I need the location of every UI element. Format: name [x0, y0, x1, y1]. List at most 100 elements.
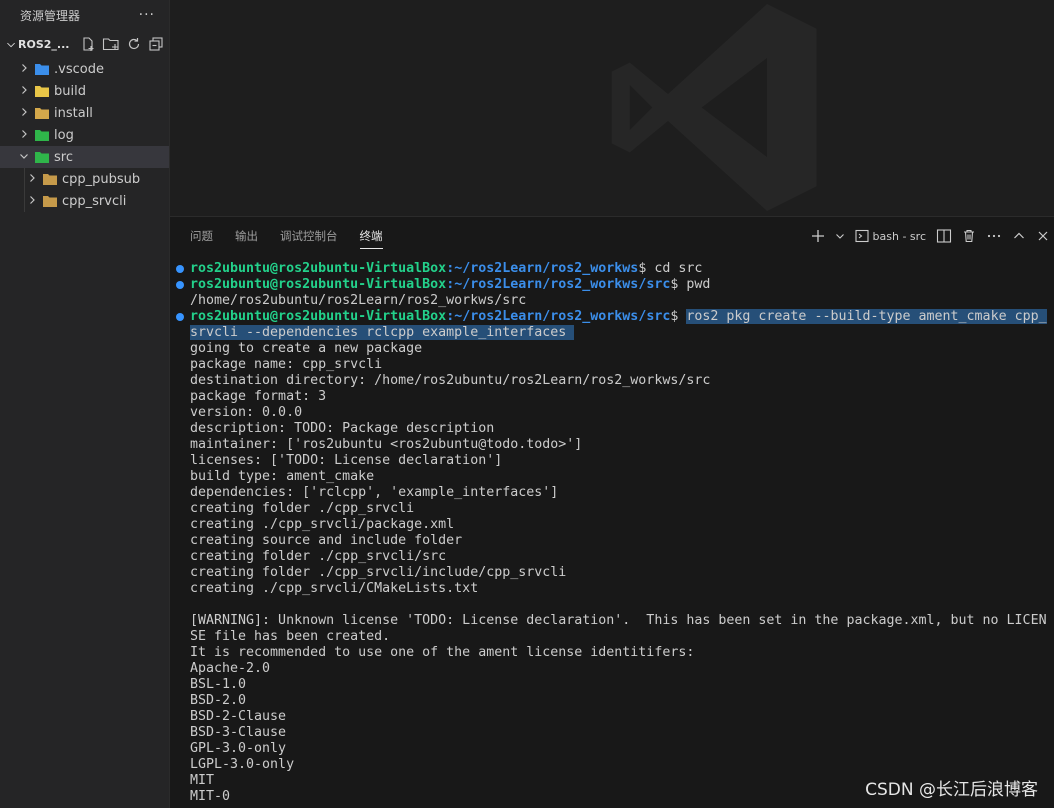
- terminal-line: creating folder ./cpp_srvcli/include/cpp…: [190, 565, 567, 580]
- tree-item-src[interactable]: src: [0, 146, 169, 168]
- tree-item-log[interactable]: log: [0, 124, 169, 146]
- explorer-title: 资源管理器: [20, 8, 81, 23]
- log-folder-icon: [34, 128, 50, 142]
- chevron-down-icon[interactable]: [835, 231, 845, 241]
- terminal-line: package format: 3: [190, 389, 327, 404]
- split-terminal-icon[interactable]: [936, 229, 952, 243]
- chevron-right-icon: [16, 128, 32, 143]
- terminal-line: ros2ubuntu@ros2ubuntu-VirtualBox:~/ros2L…: [170, 309, 1054, 325]
- terminal-line: maintainer: ['ros2ubuntu <ros2ubuntu@tod…: [190, 437, 583, 452]
- terminal-line: ros2ubuntu@ros2ubuntu-VirtualBox:~/ros2L…: [170, 261, 1054, 277]
- new-file-icon[interactable]: [80, 36, 96, 52]
- prompt-symbol: $: [670, 309, 687, 324]
- indent-guide: [24, 190, 25, 212]
- workspace-root[interactable]: ⌵ ROS2_...: [0, 30, 169, 58]
- build-folder-icon: [34, 84, 50, 98]
- terminal-line: version: 0.0.0: [190, 405, 303, 420]
- tree-item-install[interactable]: install: [0, 102, 169, 124]
- terminal-line: ros2ubuntu@ros2ubuntu-VirtualBox:~/ros2L…: [170, 277, 1054, 293]
- close-icon[interactable]: [1036, 229, 1050, 243]
- command-status-dot-icon: [176, 265, 184, 273]
- workspace-root-label: ROS2_...: [18, 37, 70, 51]
- prompt-user-host: ros2ubuntu@ros2ubuntu-VirtualBox: [190, 277, 447, 292]
- command-text: cd src: [654, 261, 703, 276]
- editor-area: [170, 0, 1054, 216]
- terminal-line: BSD-2-Clause: [190, 709, 287, 724]
- terminal-line: /home/ros2ubuntu/ros2Learn/ros2_workws/s…: [190, 293, 527, 308]
- tree-item-label: cpp_pubsub: [62, 171, 141, 187]
- prompt-symbol: $: [638, 261, 655, 276]
- terminal-line: dependencies: ['rclcpp', 'example_interf…: [190, 485, 559, 500]
- terminal-line: creating folder ./cpp_srvcli/src: [190, 549, 447, 564]
- terminal-output[interactable]: ros2ubuntu@ros2ubuntu-VirtualBox:~/ros2L…: [170, 261, 1054, 805]
- folder-icon: [42, 172, 58, 186]
- explorer-sidebar: 资源管理器 ··· ⌵ ROS2_... .vscode build install…: [0, 0, 170, 808]
- more-actions-icon[interactable]: [986, 229, 1002, 243]
- folder-icon: [42, 194, 58, 208]
- src-folder-icon: [34, 150, 50, 164]
- new-folder-icon[interactable]: [102, 36, 120, 52]
- collapse-all-icon[interactable]: [148, 36, 164, 52]
- chevron-right-icon: [16, 84, 32, 99]
- tab-terminal[interactable]: 终端: [359, 220, 383, 252]
- chevron-right-icon: [16, 62, 32, 77]
- terminal-line: BSL-1.0: [190, 677, 247, 692]
- terminal-line: BSD-3-Clause: [190, 725, 287, 740]
- terminal-output-lines: going to create a new package package nam…: [170, 341, 1054, 805]
- command-status-dot-icon: [176, 281, 184, 289]
- tree-item-label: build: [54, 83, 86, 99]
- chevron-right-icon: [24, 172, 40, 187]
- terminal-line: destination directory: /home/ros2ubuntu/…: [190, 373, 711, 388]
- explorer-header: 资源管理器 ···: [0, 0, 169, 30]
- terminal-line: srvcli --dependencies rclcpp example_int…: [170, 325, 1054, 341]
- terminal-line: build type: ament_cmake: [190, 469, 375, 484]
- terminal-line: LGPL-3.0-only: [190, 757, 295, 772]
- chevron-down-icon: [16, 150, 32, 165]
- terminal-line: creating folder ./cpp_srvcli: [190, 501, 415, 516]
- vscode-logo-watermark-icon: [611, 4, 817, 211]
- terminal-line: creating source and include folder: [190, 533, 463, 548]
- tree-item-label: src: [54, 149, 73, 165]
- refresh-icon[interactable]: [126, 36, 142, 52]
- terminal-line: SE file has been created.: [190, 629, 391, 644]
- terminal-line: BSD-2.0: [190, 693, 247, 708]
- terminal-line: Apache-2.0: [190, 661, 271, 676]
- prompt-user-host: ros2ubuntu@ros2ubuntu-VirtualBox: [190, 261, 447, 276]
- tree-item-label: cpp_srvcli: [62, 193, 127, 209]
- tree-item-vscode[interactable]: .vscode: [0, 58, 169, 80]
- tree-item-cpp-srvcli[interactable]: cpp_srvcli: [0, 190, 169, 212]
- tab-debug-console[interactable]: 调试控制台: [280, 220, 338, 252]
- terminal-icon: [854, 229, 869, 243]
- terminal-line: going to create a new package: [190, 341, 423, 356]
- maximize-panel-icon[interactable]: [1012, 229, 1026, 243]
- prompt-symbol: $: [670, 277, 687, 292]
- tree-item-cpp-pubsub[interactable]: cpp_pubsub: [0, 168, 169, 190]
- prompt-path: :~/ros2Learn/ros2_workws/src: [446, 277, 671, 292]
- vscode-folder-icon: [34, 62, 50, 76]
- tree-item-build[interactable]: build: [0, 80, 169, 102]
- terminal-line: description: TODO: Package description: [190, 421, 495, 436]
- terminal-line: GPL-3.0-only: [190, 741, 287, 756]
- chevron-right-icon: [16, 106, 32, 121]
- more-actions-icon[interactable]: ···: [139, 7, 155, 23]
- terminal-line: package name: cpp_srvcli: [190, 357, 383, 372]
- tree-item-label: install: [54, 105, 93, 121]
- prompt-path: :~/ros2Learn/ros2_workws: [446, 261, 639, 276]
- tree-item-label: log: [54, 127, 74, 143]
- tree-item-label: .vscode: [54, 61, 104, 77]
- command-status-dot-icon: [176, 313, 184, 321]
- file-tree: .vscode build install log src cpp_pubsub cpp_s…: [0, 58, 169, 212]
- terminal-selector[interactable]: bash - src: [854, 229, 926, 243]
- prompt-path: :~/ros2Learn/ros2_workws/src: [446, 309, 671, 324]
- chevron-right-icon: [24, 194, 40, 209]
- terminal-line: It is recommended to use one of the amen…: [190, 645, 695, 660]
- command-text-selected: srvcli --dependencies rclcpp example_int…: [190, 325, 575, 340]
- new-terminal-icon[interactable]: [811, 229, 825, 243]
- tab-problems[interactable]: 问题: [190, 220, 213, 252]
- tab-output[interactable]: 输出: [235, 220, 258, 252]
- trash-icon[interactable]: [962, 229, 976, 243]
- folder-icon: [34, 106, 50, 120]
- command-text-selected: ros2 pkg create --build-type ament_cmake…: [686, 309, 1047, 324]
- bottom-panel: 问题 输出 调试控制台 终端 bash - src ros2ubuntu@ros…: [170, 216, 1054, 808]
